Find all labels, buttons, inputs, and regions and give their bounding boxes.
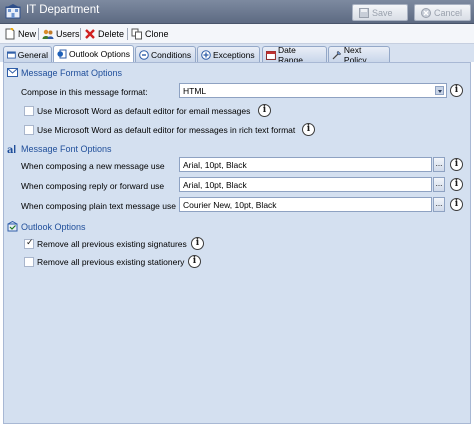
word-editor-email-checkbox[interactable] — [24, 106, 34, 116]
cancel-button-label: Cancel — [434, 7, 463, 18]
message-format-icon — [7, 68, 18, 77]
users-button-label: Users — [56, 29, 80, 39]
font-icon: a — [7, 145, 16, 154]
svg-text:a: a — [7, 145, 14, 154]
tab-next-policy[interactable]: Next Policy — [328, 45, 390, 65]
info-icon[interactable]: i — [188, 255, 201, 268]
compose-format-value: HTML — [183, 86, 207, 96]
tab-label: General — [17, 49, 48, 60]
clone-icon — [131, 28, 142, 40]
new-message-font-label: When composing a new message use — [21, 161, 165, 171]
toolbar-separator — [127, 28, 128, 40]
info-icon[interactable]: i — [450, 84, 463, 97]
info-icon[interactable]: i — [191, 237, 204, 250]
cancel-button[interactable]: Cancel — [414, 4, 471, 21]
outlook-icon — [57, 49, 67, 59]
new-button-label: New — [18, 29, 37, 39]
remove-stationery-checkbox[interactable] — [24, 257, 34, 267]
plain-text-font-value: Courier New, 10pt, Black — [183, 200, 277, 210]
word-editor-email-label: Use Microsoft Word as default editor for… — [37, 106, 251, 116]
info-icon[interactable]: i — [450, 198, 463, 211]
reply-font-label: When composing reply or forward use — [21, 181, 165, 191]
remove-stationery-label: Remove all previous existing stationery — [37, 257, 185, 267]
clone-button-label: Clone — [145, 29, 169, 39]
tab-label: Exceptions — [213, 49, 255, 60]
info-icon[interactable]: i — [258, 104, 271, 117]
word-editor-rtf-checkbox[interactable] — [24, 125, 34, 135]
new-button[interactable]: New — [4, 27, 36, 41]
save-button-label: Save — [372, 7, 393, 18]
message-format-header: Message Format Options — [7, 66, 122, 79]
general-icon — [7, 51, 16, 58]
remove-signatures-checkbox[interactable] — [24, 237, 34, 249]
plain-text-font-field[interactable]: Courier New, 10pt, Black — [179, 197, 432, 212]
outlook-options-title: Outlook Options — [21, 221, 86, 232]
floppy-disk-icon — [359, 7, 369, 18]
delete-button-label: Delete — [98, 29, 125, 39]
new-document-icon — [5, 28, 15, 40]
tab-outlook-options[interactable]: Outlook Options — [53, 45, 134, 62]
tab-label: Conditions — [151, 49, 192, 60]
message-font-title: Message Font Options — [21, 143, 112, 154]
exceptions-icon — [201, 49, 211, 60]
new-message-font-field[interactable]: Arial, 10pt, Black — [179, 157, 432, 172]
outlook-options-panel: Message Format Options Compose in this m… — [3, 62, 471, 424]
remove-signatures-label: Remove all previous existing signatures — [37, 239, 187, 249]
tab-label: Outlook Options — [69, 49, 130, 59]
reply-font-browse-button[interactable]: ... — [433, 177, 445, 192]
compose-format-select[interactable]: HTML — [179, 83, 447, 98]
toolbar-separator — [38, 28, 39, 40]
info-icon[interactable]: i — [450, 178, 463, 191]
plain-text-font-label: When composing plain text message use — [21, 201, 176, 211]
message-format-title: Message Format Options — [21, 67, 123, 78]
info-icon[interactable]: i — [302, 123, 315, 136]
tab-exceptions[interactable]: Exceptions — [197, 46, 260, 62]
compose-format-label: Compose in this message format: — [21, 87, 148, 97]
toolbar-separator — [80, 28, 81, 40]
building-icon — [5, 4, 21, 19]
new-message-font-browse-button[interactable]: ... — [433, 157, 445, 172]
reply-font-field[interactable]: Arial, 10pt, Black — [179, 177, 432, 192]
outlook-options-icon — [7, 221, 18, 232]
clone-button[interactable]: Clone — [131, 27, 169, 41]
window-title: IT Department — [26, 4, 100, 16]
tab-conditions[interactable]: Conditions — [135, 46, 196, 62]
outlook-options-header: Outlook Options — [7, 220, 86, 233]
toolbar: New Users Delete Clone — [0, 24, 474, 44]
chevron-down-icon[interactable] — [435, 86, 444, 95]
users-icon — [42, 29, 54, 39]
next-policy-icon — [332, 50, 342, 59]
message-font-header: a Message Font Options — [7, 142, 112, 155]
title-bar: IT Department Save Cancel — [0, 0, 474, 24]
word-editor-rtf-label: Use Microsoft Word as default editor for… — [37, 125, 296, 135]
reply-font-value: Arial, 10pt, Black — [183, 180, 247, 190]
tab-date-range[interactable]: Date Range — [262, 45, 327, 65]
users-button[interactable]: Users — [42, 27, 80, 41]
conditions-icon — [139, 49, 149, 60]
delete-icon — [85, 29, 95, 39]
info-icon[interactable]: i — [450, 158, 463, 171]
save-button[interactable]: Save — [352, 4, 408, 21]
delete-button[interactable]: Delete — [84, 27, 124, 41]
cancel-icon — [421, 7, 431, 18]
plain-text-font-browse-button[interactable]: ... — [433, 197, 445, 212]
calendar-icon — [266, 50, 276, 60]
tab-general[interactable]: General — [3, 46, 52, 62]
tab-strip: General Outlook Options Conditions Excep… — [0, 44, 474, 65]
new-message-font-value: Arial, 10pt, Black — [183, 160, 247, 170]
